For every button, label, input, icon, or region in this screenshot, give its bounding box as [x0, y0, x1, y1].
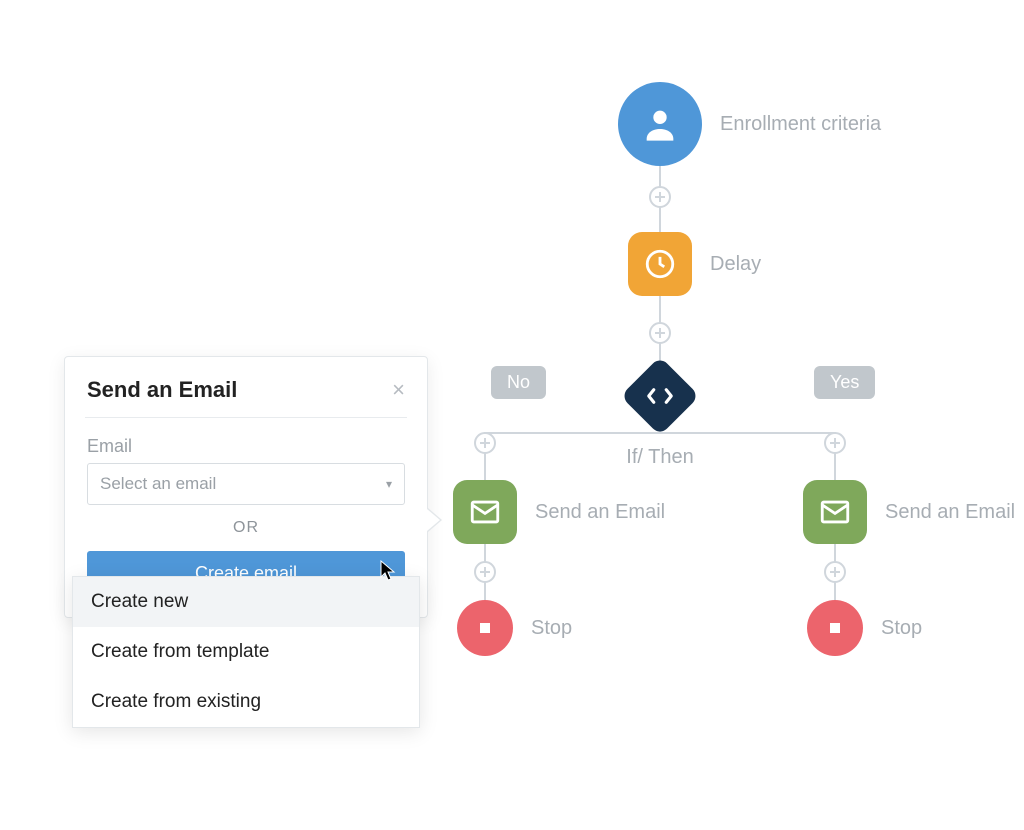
or-divider: OR — [87, 519, 405, 537]
stop-icon — [457, 600, 513, 656]
option-create-new[interactable]: Create new — [73, 577, 419, 627]
clock-icon — [628, 232, 692, 296]
node-stop[interactable]: Stop — [457, 600, 572, 656]
person-icon — [618, 82, 702, 166]
stop-icon — [807, 600, 863, 656]
select-placeholder: Select an email — [100, 474, 216, 494]
close-icon[interactable]: × — [392, 377, 405, 403]
add-step-button[interactable] — [824, 432, 846, 454]
email-select[interactable]: Select an email ▾ — [87, 463, 405, 505]
email-icon — [803, 480, 867, 544]
email-icon — [453, 480, 517, 544]
node-delay[interactable]: Delay — [628, 232, 761, 296]
node-label: Delay — [710, 253, 761, 276]
node-label: Stop — [531, 617, 572, 640]
workflow-canvas: Enrollment criteria Delay If/ Then No Ye… — [0, 0, 1024, 830]
option-create-from-template[interactable]: Create from template — [73, 627, 419, 677]
branch-tag-yes: Yes — [814, 366, 875, 399]
node-label: Enrollment criteria — [720, 113, 881, 136]
add-step-button[interactable] — [824, 561, 846, 583]
node-stop[interactable]: Stop — [807, 600, 922, 656]
chevron-down-icon: ▾ — [386, 477, 392, 491]
node-label: Send an Email — [535, 501, 665, 524]
node-label: If/ Then — [626, 446, 693, 469]
node-label: Send an Email — [885, 501, 1015, 524]
add-step-button[interactable] — [649, 186, 671, 208]
node-ifthen[interactable] — [632, 368, 688, 424]
panel-pointer — [428, 508, 442, 532]
node-label: Stop — [881, 617, 922, 640]
branch-icon — [620, 356, 699, 435]
add-step-button[interactable] — [474, 561, 496, 583]
branch-tag-no: No — [491, 366, 546, 399]
field-label: Email — [87, 436, 405, 457]
add-step-button[interactable] — [474, 432, 496, 454]
option-create-from-existing[interactable]: Create from existing — [73, 677, 419, 727]
divider — [85, 417, 407, 418]
panel-title: Send an Email — [87, 377, 237, 403]
add-step-button[interactable] — [649, 322, 671, 344]
node-send-email[interactable]: Send an Email — [453, 480, 665, 544]
node-enrollment[interactable]: Enrollment criteria — [618, 82, 881, 166]
create-email-dropdown: Create new Create from template Create f… — [72, 576, 420, 728]
node-send-email[interactable]: Send an Email — [803, 480, 1015, 544]
